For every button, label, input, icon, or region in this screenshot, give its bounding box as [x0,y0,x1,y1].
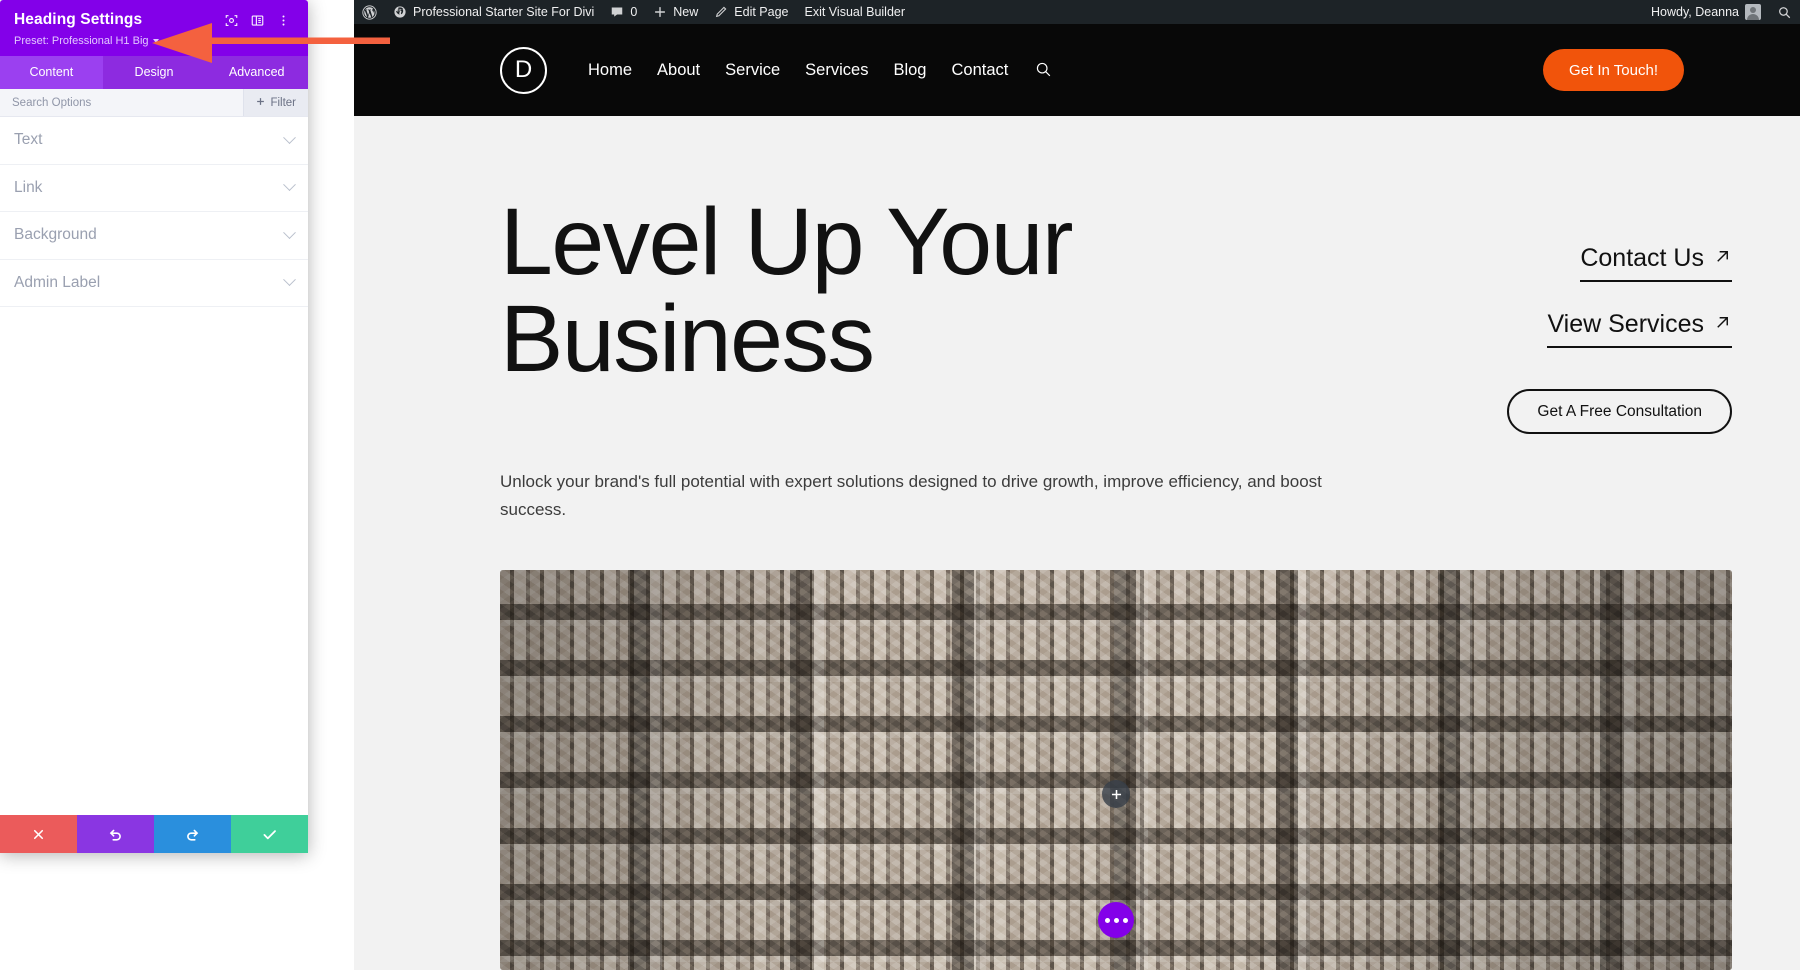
view-services-label: View Services [1547,310,1704,338]
panel-sections: Text Link Background Admin Label [0,117,308,815]
site-logo[interactable]: D [500,46,547,94]
section-text[interactable]: Text [0,117,308,165]
filter-label: Filter [270,96,296,109]
exit-visual-builder-button[interactable]: Exit Visual Builder [797,0,914,24]
edit-page-label: Edit Page [734,5,789,19]
site-name-button[interactable]: Professional Starter Site For Divi [385,0,602,24]
chevron-down-icon [283,178,296,192]
tab-content[interactable]: Content [0,56,103,89]
get-in-touch-button[interactable]: Get In Touch! [1543,49,1684,91]
section-label: Admin Label [14,273,101,291]
hero-image[interactable] [500,570,1732,970]
hero-section: Level Up Your Business Contact Us View S… [354,116,1800,970]
plus-icon [256,97,265,109]
comments-button[interactable]: 0 [602,0,645,24]
contact-us-link[interactable]: Contact Us [1580,244,1732,282]
section-label: Background [14,226,97,244]
site-preview-canvas: D Home About Service Services Blog Conta… [354,24,1800,970]
section-background[interactable]: Background [0,212,308,260]
panel-footer [0,815,308,853]
wp-logo-button[interactable] [354,0,385,24]
comments-count: 0 [630,5,638,19]
filter-button[interactable]: Filter [243,89,308,116]
ellipsis-icon[interactable] [1098,902,1134,939]
hero-heading[interactable]: Level Up Your Business [500,194,1074,388]
redo-button[interactable] [154,815,231,853]
logo-letter: D [514,56,533,83]
arrow-up-right-icon [1713,310,1732,339]
panel-header: Heading Settings Preset: Professional H1… [0,0,308,56]
howdy-label: Howdy, Deanna [1650,5,1739,19]
wp-admin-bar: Professional Starter Site For Divi 0 New [354,0,1800,24]
plus-icon [653,5,667,19]
preset-selector[interactable]: Preset: Professional H1 Big [14,34,159,48]
dot [1113,917,1119,923]
dot [1104,917,1110,923]
view-services-link[interactable]: View Services [1547,310,1732,348]
section-admin-label[interactable]: Admin Label [0,260,308,307]
account-menu-button[interactable]: Howdy, Deanna [1643,0,1769,24]
nav-item-blog[interactable]: Blog [893,61,926,80]
new-content-button[interactable]: New [645,0,706,24]
tab-advanced[interactable]: Advanced [205,56,308,89]
edit-page-button[interactable]: Edit Page [706,0,796,24]
app-screen: Professional Starter Site For Divi 0 New [0,0,1800,970]
chevron-down-icon [152,39,159,43]
chevron-down-icon [283,273,296,287]
section-label: Link [14,178,43,196]
nav-item-about[interactable]: About [657,61,700,80]
panel-title: Heading Settings [14,11,143,28]
user-avatar-icon [1745,4,1761,20]
undo-button[interactable] [77,815,154,853]
site-nav: Home About Service Services Blog Contact [588,61,1053,80]
preset-label: Preset: Professional H1 Big [14,35,149,47]
pencil-icon [714,5,728,19]
admin-search-button[interactable] [1769,0,1800,24]
search-icon [1777,5,1792,20]
section-link[interactable]: Link [0,165,308,212]
focus-target-icon[interactable] [220,9,242,31]
panel-search-row: Filter [0,89,308,117]
panel-layout-icon[interactable] [246,9,268,31]
dashboard-site-icon [393,5,407,19]
search-icon[interactable] [1035,61,1053,79]
nav-item-services[interactable]: Services [805,61,868,80]
section-label: Text [14,131,43,149]
hero-top-row: Level Up Your Business Contact Us View S… [500,116,1800,434]
comment-bubble-icon [610,5,624,19]
nav-item-service[interactable]: Service [725,61,780,80]
wordpress-logo-icon [362,4,377,20]
new-label: New [673,5,699,19]
tab-design[interactable]: Design [102,56,206,89]
site-name-label: Professional Starter Site For Divi [413,5,595,19]
cancel-button[interactable] [0,815,77,853]
hero-actions: Contact Us View Services Get A Free Cons… [1507,194,1732,434]
nav-item-contact[interactable]: Contact [951,61,1008,80]
plus-icon[interactable] [1102,780,1130,809]
dot [1122,917,1128,923]
contact-us-label: Contact Us [1580,244,1704,272]
nav-item-home[interactable]: Home [588,61,632,80]
site-header: D Home About Service Services Blog Conta… [354,24,1800,116]
divi-settings-panel: Heading Settings Preset: Professional H1… [0,0,308,853]
save-button[interactable] [231,815,308,853]
chevron-down-icon [283,226,296,239]
panel-header-top: Heading Settings [14,9,294,31]
search-input[interactable] [0,89,244,116]
get-free-consultation-button[interactable]: Get A Free Consultation [1507,389,1732,434]
chevron-down-icon [283,131,296,144]
hero-subtext[interactable]: Unlock your brand's full potential with … [500,468,1330,524]
panel-tabs: Content Design Advanced [0,56,308,89]
kebab-menu-icon[interactable] [272,9,294,31]
exit-visual-builder-label: Exit Visual Builder [804,5,906,19]
arrow-up-right-icon [1713,244,1732,273]
